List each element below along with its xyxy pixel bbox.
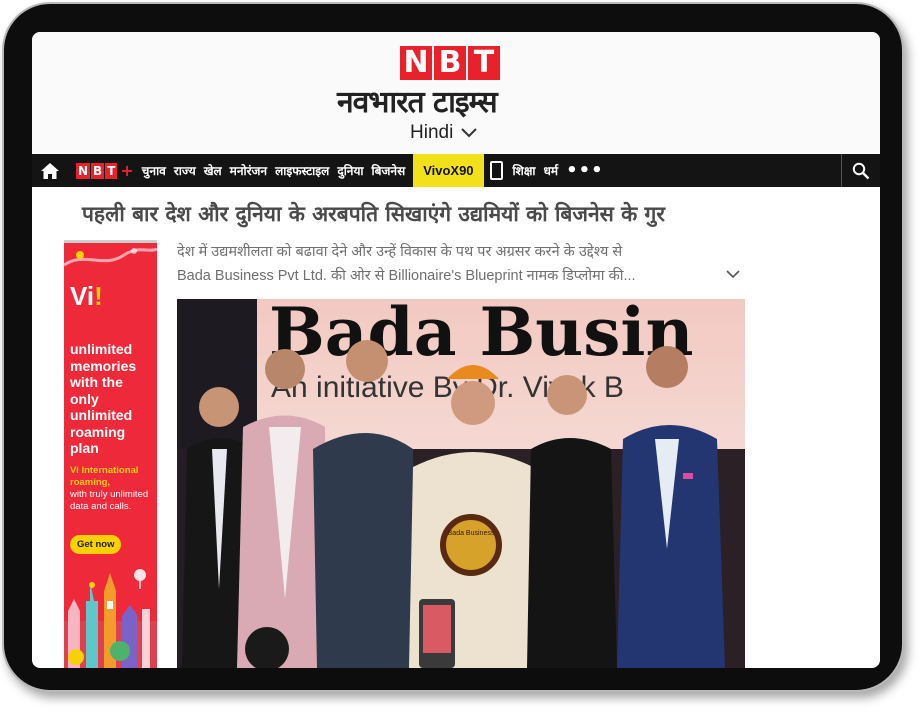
nav-item-manoranjan[interactable]: मनोरंजन [226, 162, 271, 179]
article-photo[interactable]: Bada Busin An initiative By Dr. Vivek B [177, 299, 745, 668]
ad-get-now-button[interactable]: Get now [70, 535, 122, 554]
summary-expand-button[interactable] [726, 264, 740, 283]
nav-item-dharm[interactable]: धर्म [540, 162, 563, 179]
nav-item-rajya[interactable]: राज्य [170, 162, 200, 179]
nav-item-lifestyle[interactable]: लाइफस्टाइल [271, 162, 333, 179]
logo-wordmark[interactable]: नवभारत टाइम्स [337, 80, 567, 121]
ad-top-decoration [64, 243, 157, 273]
nbt-plus-letter: B [91, 162, 105, 179]
nbt-plus-link[interactable]: N B T + [76, 161, 134, 180]
logo-letter: B [434, 46, 466, 80]
phone-icon[interactable] [489, 161, 503, 180]
logo-letter: N [400, 46, 432, 80]
browser-viewport: N B T नवभारत टाइम्स Hindi N B T + चुनाव … [32, 32, 880, 668]
ad-subtext: with truly unlimited data and calls. [70, 489, 149, 512]
nav-item-shiksha[interactable]: शिक्षा [509, 162, 540, 179]
ad-headline: unlimited memories with the only unlimit… [70, 341, 137, 456]
edition-label: Hindi [410, 122, 454, 143]
vi-logo-dot: ! [94, 281, 103, 311]
home-icon [41, 162, 59, 179]
vi-advertisement[interactable]: Vi! unlimited memories with the only unl… [64, 240, 157, 668]
article-summary: देश में उद्यमशीलता को बढावा देने और उन्ह… [177, 240, 737, 288]
photo-people-illustration: Bada Business [177, 299, 745, 668]
nbt-logo[interactable]: N B T [400, 46, 500, 80]
nbt-plus-letter: N [76, 162, 91, 179]
nav-item-duniya[interactable]: दुनिया [333, 162, 367, 179]
logo-letter: T [468, 46, 500, 80]
vi-logo: Vi! [70, 281, 103, 312]
site-header: N B T नवभारत टाइम्स Hindi [32, 32, 880, 154]
nbt-plus-letter: T [105, 162, 118, 179]
search-icon [852, 162, 870, 179]
search-button[interactable] [841, 154, 880, 187]
more-menu-button[interactable]: ••• [566, 160, 604, 181]
summary-line: देश में उद्यमशीलता को बढावा देने और उन्ह… [177, 244, 623, 260]
ad-subtext: Vi International roaming, [70, 465, 139, 488]
plus-icon: + [120, 161, 134, 180]
chevron-down-icon [726, 270, 740, 279]
edition-selector[interactable]: Hindi [410, 122, 478, 144]
article-headline: पहली बार देश और दुनिया के अरबपति सिखाएंग… [82, 202, 665, 226]
chevron-down-icon [461, 128, 478, 138]
home-button[interactable] [32, 154, 68, 187]
nav-item-chunav[interactable]: चुनाव [138, 162, 170, 179]
ad-skyline-illustration [64, 569, 157, 668]
main-nav: N B T + चुनाव राज्य खेल मनोरंजन लाइफस्टा… [32, 154, 880, 187]
nav-promo-vivox90[interactable]: VivoX90 [413, 154, 484, 187]
plaque-text: Bada Business [448, 530, 495, 537]
vi-logo-text: Vi [70, 281, 95, 311]
tablet-frame: N B T नवभारत टाइम्स Hindi N B T + चुनाव … [2, 2, 904, 692]
nav-item-business[interactable]: बिजनेस [368, 162, 410, 179]
summary-line: Bada Business Pvt Ltd. की ओर से Billiona… [177, 268, 636, 284]
nav-item-khel[interactable]: खेल [200, 162, 226, 179]
